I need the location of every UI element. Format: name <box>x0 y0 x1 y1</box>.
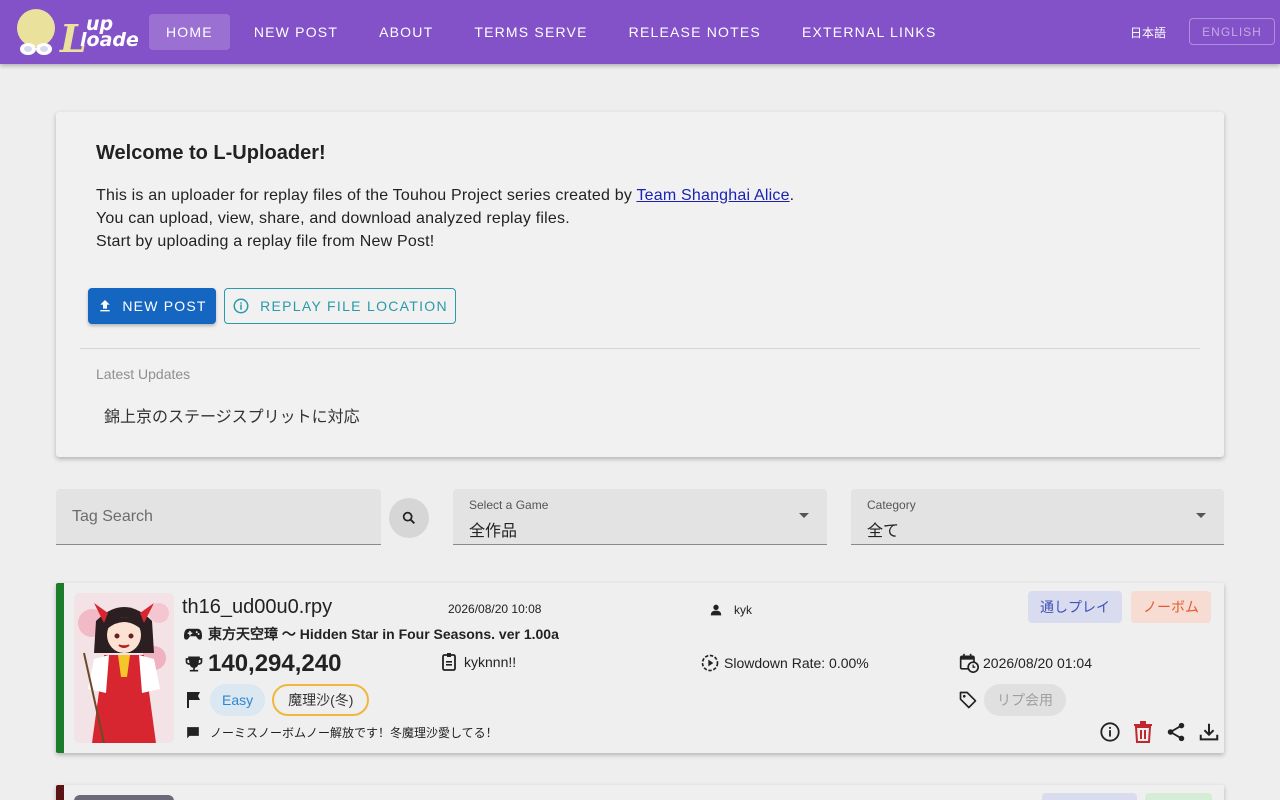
tag-row: リプ会用 <box>958 684 1066 716</box>
category-select-value: 全て <box>867 523 900 540</box>
tag-icon <box>959 691 977 709</box>
player-name-text: kyknnn!! <box>464 654 517 670</box>
dropdown-arrow-icon <box>799 513 809 518</box>
play-date: 2026/08/20 01:04 <box>959 653 1092 673</box>
nav-external-links[interactable]: EXTERNAL LINKS <box>785 14 954 50</box>
welcome-line3: Start by uploading a replay file from Ne… <box>96 233 435 250</box>
new-post-button[interactable]: NEW POST <box>88 288 216 324</box>
svg-text:loader: loader <box>80 29 138 51</box>
nav-about[interactable]: ABOUT <box>362 14 450 50</box>
search-button[interactable] <box>389 498 429 538</box>
character-chip[interactable]: 魔理沙(冬) <box>272 684 370 716</box>
comment-icon <box>187 726 199 738</box>
score-value: 140,294,240 <box>208 650 342 677</box>
game-title-text: 東方天空璋 〜 Hidden Star in Four Seasons. ver… <box>208 626 559 642</box>
gamepad-icon <box>184 628 202 640</box>
search-icon <box>402 511 415 524</box>
poster: kyk <box>708 602 752 618</box>
slowdown-rate-text: Slowdown Rate: 0.00% <box>724 655 869 671</box>
game-select-value: 全作品 <box>469 523 518 540</box>
character-thumbnail[interactable] <box>74 593 174 743</box>
dropdown-arrow-icon <box>1196 513 1206 518</box>
welcome-description: This is an uploader for replay files of … <box>96 184 794 253</box>
game-select[interactable]: Select a Game 全作品 <box>453 489 827 545</box>
calendar-clock-icon <box>959 653 979 673</box>
welcome-line2: You can upload, view, share, and downloa… <box>96 210 570 227</box>
app-bar: L up loader HOME NEW POST ABOUT TERMS SE… <box>0 0 1280 64</box>
card-actions <box>1094 719 1226 745</box>
slowdown-rate: Slowdown Rate: 0.00% <box>700 653 869 673</box>
score: 140,294,240 <box>184 650 341 678</box>
welcome-title: Welcome to L-Uploader! <box>96 142 326 164</box>
download-icon <box>1199 723 1219 741</box>
main-nav: HOME NEW POST ABOUT TERMS SERVE RELEASE … <box>149 14 961 50</box>
team-shanghai-alice-link[interactable]: Team Shanghai Alice <box>636 187 789 204</box>
replay-file-location-label: REPLAY FILE LOCATION <box>260 298 448 314</box>
replay-file-location-button[interactable]: REPLAY FILE LOCATION <box>224 288 456 324</box>
replay-card: th16_ud00u0.rpy 2026/08/20 10:08 kyk 通しプ… <box>56 583 1224 753</box>
poster-name: kyk <box>734 603 752 617</box>
slow-motion-icon <box>701 654 719 672</box>
nobomb-chip[interactable]: ノーボム <box>1131 591 1211 623</box>
character-thumbnail[interactable] <box>74 795 174 800</box>
comment-text: ノーミスノーボムノー解放です！冬魔理沙愛してる！ <box>210 726 498 740</box>
nav-new-post[interactable]: NEW POST <box>237 14 355 50</box>
site-logo[interactable]: L up loader <box>14 6 150 61</box>
info-icon <box>233 298 249 314</box>
share-icon <box>1167 722 1185 742</box>
welcome-line1-text: This is an uploader for replay files of … <box>96 187 637 204</box>
nav-home[interactable]: HOME <box>149 14 230 50</box>
trophy-icon <box>185 656 203 672</box>
info-icon <box>1100 722 1120 742</box>
replay-card <box>56 785 1224 800</box>
delete-button[interactable] <box>1127 719 1159 745</box>
game-select-label: Select a Game <box>469 498 549 512</box>
badge-icon <box>442 653 456 671</box>
upload-icon <box>100 300 111 312</box>
post-date: 2026/08/20 10:08 <box>448 602 542 616</box>
tag-search-input[interactable] <box>72 508 365 526</box>
tag-search-field[interactable] <box>56 489 381 545</box>
details-button[interactable] <box>1094 719 1126 745</box>
welcome-line1-suffix: . <box>789 187 795 204</box>
welcome-divider <box>80 348 1200 349</box>
welcome-card: Welcome to L-Uploader! This is an upload… <box>56 112 1224 457</box>
player-name: kyknnn!! <box>442 653 516 671</box>
game-title: 東方天空璋 〜 Hidden Star in Four Seasons. ver… <box>184 624 559 644</box>
latest-updates-label: Latest Updates <box>96 366 191 382</box>
category-chip[interactable] <box>1042 793 1137 800</box>
latest-update-item: 錦上京のステージスプリットに対応 <box>104 409 360 426</box>
language-english-button[interactable]: ENGLISH <box>1189 18 1275 45</box>
category-select[interactable]: Category 全て <box>851 489 1224 545</box>
person-icon <box>710 604 722 616</box>
nav-release-notes[interactable]: RELEASE NOTES <box>612 14 778 50</box>
nobomb-chip[interactable] <box>1145 793 1212 800</box>
category-select-label: Category <box>867 498 916 512</box>
nav-terms[interactable]: TERMS SERVE <box>457 14 604 50</box>
language-japanese-button[interactable]: 日本語 <box>1116 14 1180 50</box>
flag-icon <box>187 692 200 708</box>
replay-filename[interactable]: th16_ud00u0.rpy <box>182 596 332 619</box>
trash-icon <box>1134 721 1152 743</box>
difficulty-chip[interactable]: Easy <box>210 684 266 716</box>
comment: ノーミスノーボムノー解放です！冬魔理沙愛してる！ <box>186 724 498 741</box>
download-button[interactable] <box>1193 719 1225 745</box>
tag-chip[interactable]: リプ会用 <box>984 684 1066 716</box>
category-chip[interactable]: 通しプレイ <box>1028 591 1122 623</box>
new-post-button-label: NEW POST <box>122 298 207 314</box>
share-button[interactable] <box>1160 719 1192 745</box>
play-date-text: 2026/08/20 01:04 <box>983 655 1092 671</box>
difficulty-row: Easy 魔理沙(冬) <box>186 684 370 716</box>
